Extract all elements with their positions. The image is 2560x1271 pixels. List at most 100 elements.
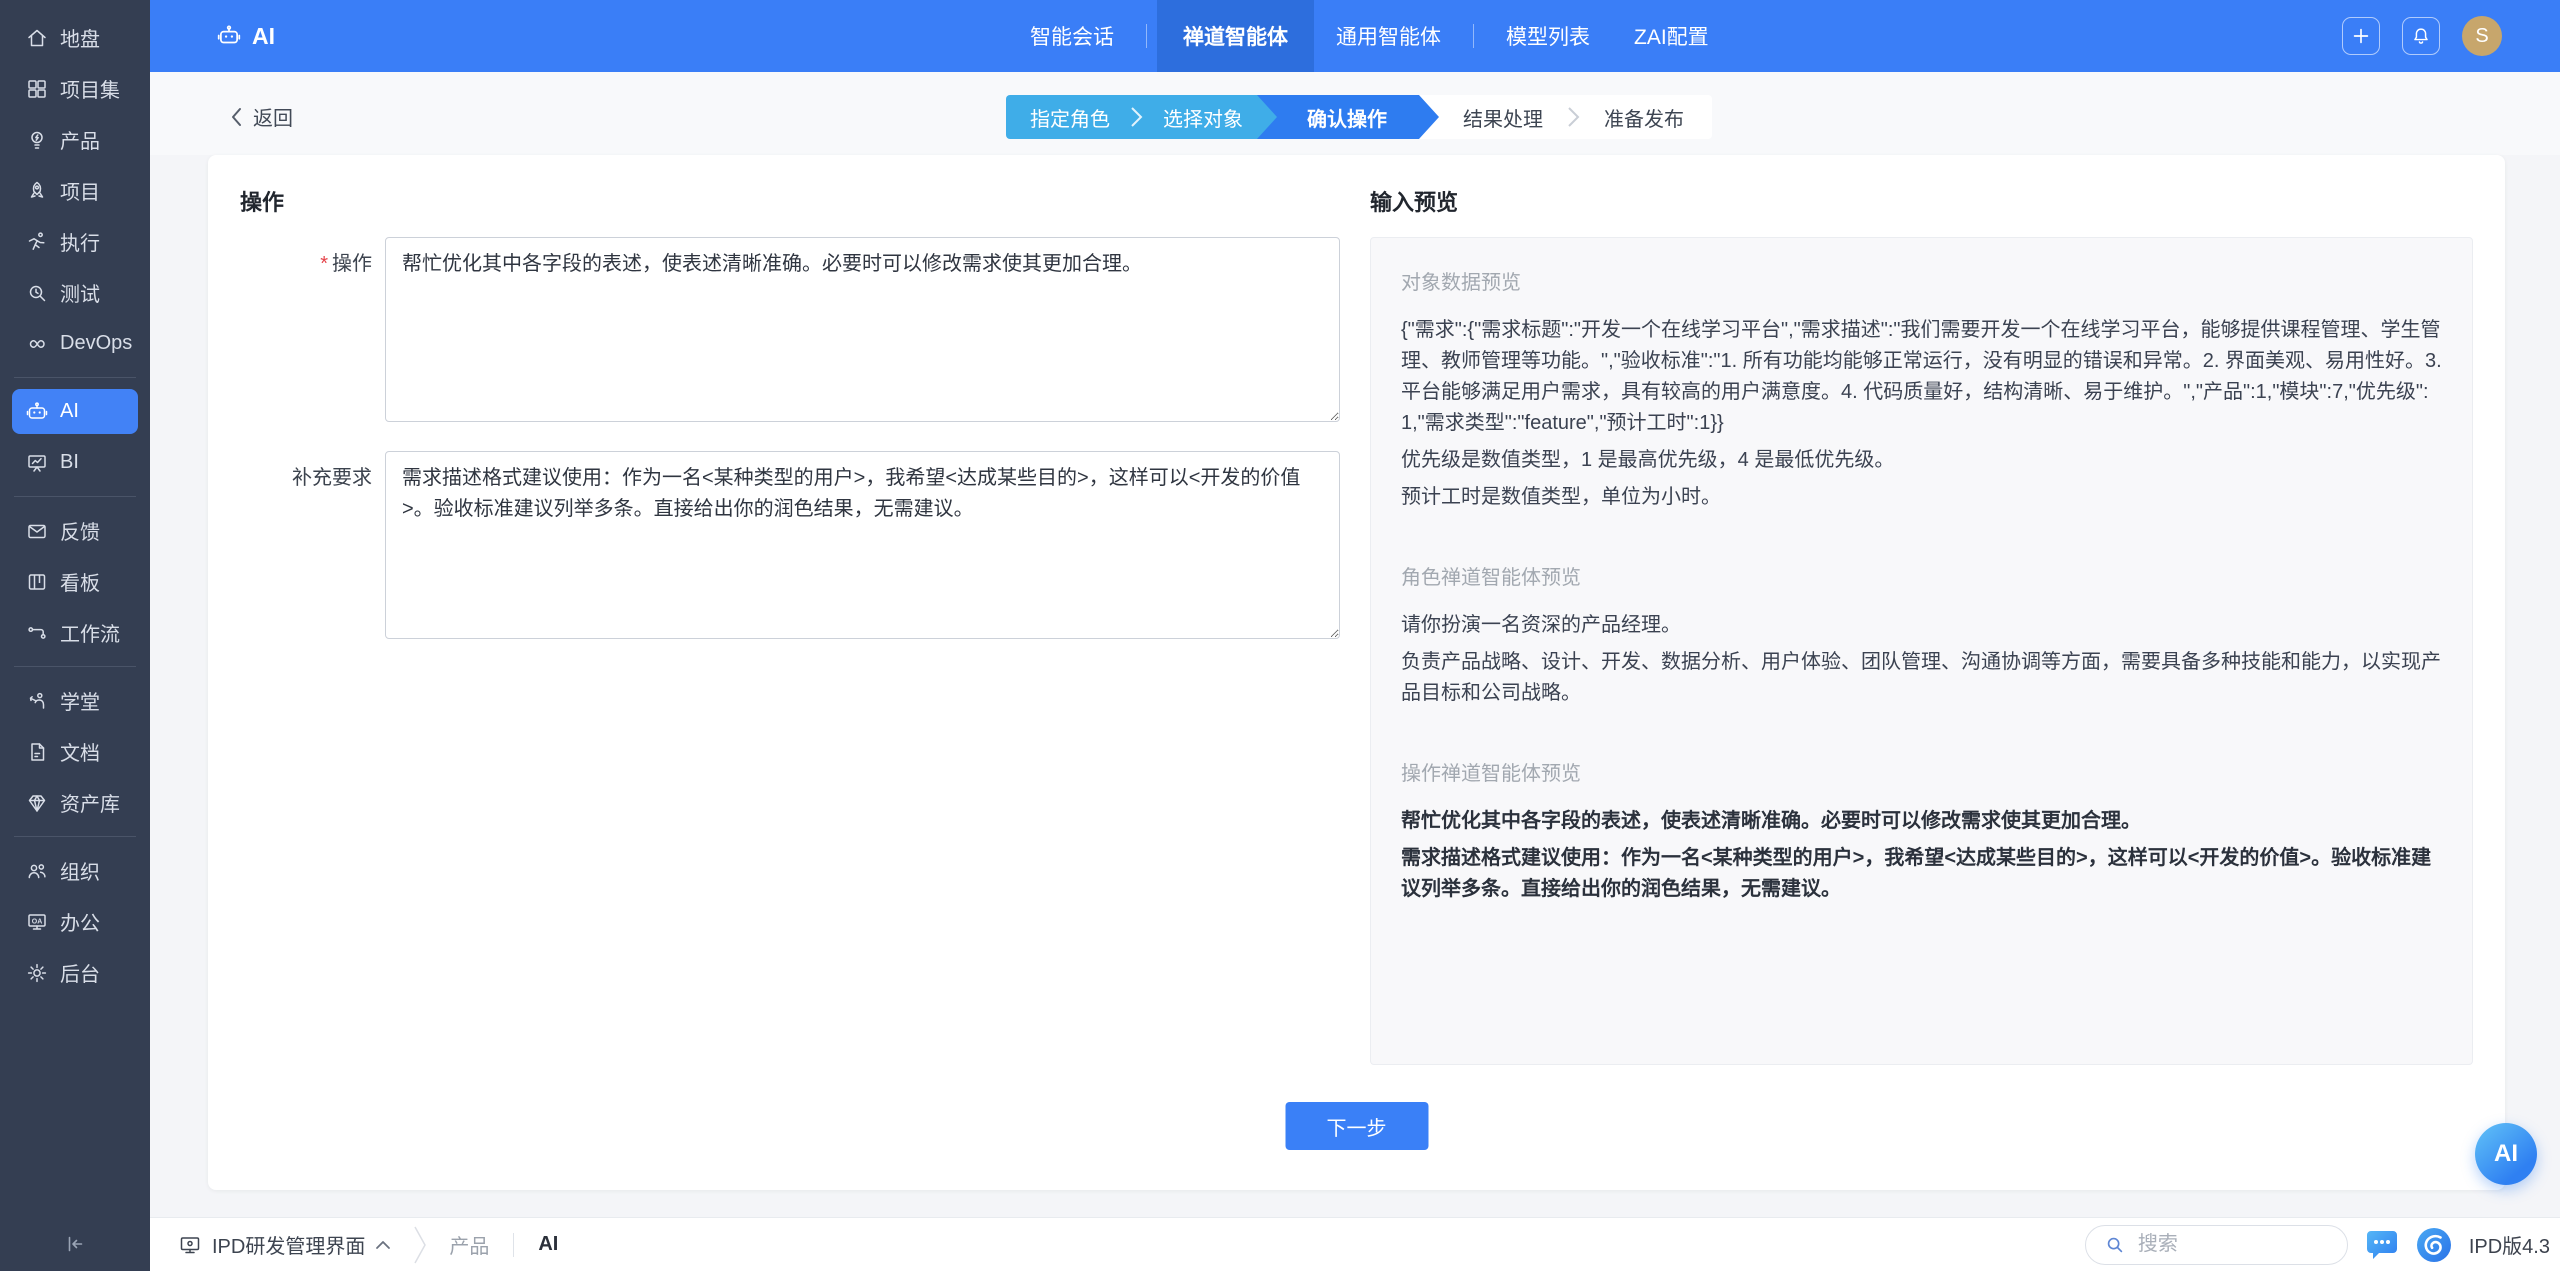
- required-asterisk: *: [320, 253, 328, 275]
- form-row-extra-requirements: 补充要求 需求描述格式建议使用：作为一名<某种类型的用户>，我希望<达成某些目的…: [240, 451, 1340, 639]
- sidebar-item-project[interactable]: 项目: [12, 168, 138, 213]
- sidebar-item-kanban[interactable]: 看板: [12, 559, 138, 604]
- sidebar-item-doc[interactable]: 文档: [12, 729, 138, 774]
- step-chevron-icon: [1567, 105, 1580, 129]
- plus-icon: [2350, 25, 2372, 47]
- school-icon: [25, 689, 49, 713]
- tab-general-agents[interactable]: 通用智能体: [1314, 0, 1463, 72]
- app-window-icon: [178, 1233, 202, 1257]
- sidebar-item-devops[interactable]: DevOps: [12, 321, 138, 366]
- breadcrumb-product[interactable]: 产品: [449, 1230, 489, 1259]
- bell-icon: [2410, 25, 2432, 47]
- sidebar-item-ai[interactable]: AI: [12, 389, 138, 434]
- content-card: 操作 *操作 帮忙优化其中各字段的表述，使表述清晰准确。必要时可以修改需求使其更…: [208, 155, 2505, 1190]
- tab-separator: [1473, 24, 1474, 48]
- preview-section-operation-agent: 操作禅道智能体预览 帮忙优化其中各字段的表述，使表述清晰准确。必要时可以修改需求…: [1401, 757, 2442, 905]
- admin-gear-icon: [25, 961, 49, 985]
- sidebar-item-project-set[interactable]: 项目集: [12, 66, 138, 111]
- sidebar-item-home[interactable]: 地盘: [12, 15, 138, 60]
- product-bulb-icon: [25, 128, 49, 152]
- header-actions: S: [2342, 0, 2502, 72]
- breadcrumb-current[interactable]: AI: [538, 1233, 558, 1256]
- sidebar-item-school[interactable]: 学堂: [12, 678, 138, 723]
- operation-field-label: *操作: [240, 237, 385, 422]
- svg-text:OA: OA: [32, 918, 43, 925]
- preview-section-object-data: 对象数据预览 {"需求":{"需求标题":"开发一个在线学习平台","需求描述"…: [1401, 266, 2442, 513]
- tab-model-list[interactable]: 模型列表: [1484, 0, 1612, 72]
- sidebar-item-test[interactable]: 测试: [12, 270, 138, 315]
- sidebar-item-org[interactable]: 组织: [12, 848, 138, 893]
- next-step-button[interactable]: 下一步: [1285, 1102, 1428, 1150]
- collapse-left-icon: [63, 1232, 87, 1256]
- step-indicator: 指定角色 选择对象 确认操作 结果处理 准备发布: [1006, 95, 1712, 139]
- search-box[interactable]: [2085, 1225, 2348, 1265]
- project-set-icon: [25, 77, 49, 101]
- workflow-icon: [25, 621, 49, 645]
- preview-paragraph: 需求描述格式建议使用：作为一名<某种类型的用户>，我希望<达成某些目的>，这样可…: [1401, 843, 2442, 905]
- sidebar-item-workflow[interactable]: 工作流: [12, 610, 138, 655]
- sidebar-item-office[interactable]: OA 办公: [12, 899, 138, 944]
- preview-section-title: 操作禅道智能体预览: [1401, 757, 2442, 786]
- version-label: IPD版4.3: [2469, 1230, 2550, 1259]
- devops-infinity-icon: [25, 332, 49, 356]
- workspace-name: IPD研发管理界面: [212, 1230, 365, 1259]
- tab-separator: [1146, 24, 1147, 48]
- step-ready-publish[interactable]: 准备发布: [1604, 103, 1684, 132]
- bi-chart-icon: [25, 451, 49, 475]
- caret-up-icon: [375, 1240, 391, 1250]
- test-magnifier-icon: [25, 281, 49, 305]
- sidebar-item-execution[interactable]: 执行: [12, 219, 138, 264]
- sidebar-item-assets[interactable]: 资产库: [12, 780, 138, 825]
- main-area: 返回 指定角色 选择对象 确认操作 结果处理 准备发布 操作 *操作 帮忙优化其…: [150, 72, 2560, 1217]
- search-input[interactable]: [2136, 1232, 2329, 1257]
- notifications-button[interactable]: [2402, 17, 2440, 55]
- back-button[interactable]: 返回: [230, 102, 293, 131]
- feedback-chat-icon[interactable]: [2365, 1229, 2399, 1261]
- sidebar-item-bi[interactable]: BI: [12, 440, 138, 485]
- add-button[interactable]: [2342, 17, 2380, 55]
- sidebar-collapse-button[interactable]: [0, 1232, 150, 1256]
- step-assign-role[interactable]: 指定角色: [1030, 103, 1110, 132]
- chevron-left-icon: [230, 106, 244, 128]
- step-confirm-operation[interactable]: 确认操作: [1257, 95, 1439, 139]
- app-logo-text: AI: [252, 23, 275, 50]
- search-icon: [2104, 1234, 2126, 1256]
- steps-done-segment: 指定角色 选择对象: [1006, 95, 1277, 139]
- operation-form-panel: 操作 *操作 帮忙优化其中各字段的表述，使表述清晰准确。必要时可以修改需求使其更…: [240, 185, 1340, 1160]
- sidebar-item-admin[interactable]: 后台: [12, 950, 138, 995]
- extra-requirements-textarea[interactable]: 需求描述格式建议使用：作为一名<某种类型的用户>，我希望<达成某些目的>，这样可…: [385, 451, 1340, 639]
- sidebar-divider: [14, 836, 136, 837]
- tab-smart-chat[interactable]: 智能会话: [1008, 0, 1136, 72]
- preview-paragraph: 请你扮演一名资深的产品经理。: [1401, 610, 2442, 641]
- ai-assistant-fab[interactable]: AI: [2475, 1123, 2537, 1185]
- ai-robot-logo-icon: [216, 23, 242, 49]
- document-icon: [25, 740, 49, 764]
- tab-zai-config[interactable]: ZAI配置: [1612, 0, 1731, 72]
- user-avatar[interactable]: S: [2462, 16, 2502, 56]
- tab-zentao-agents[interactable]: 禅道智能体: [1157, 0, 1314, 72]
- operation-textarea[interactable]: 帮忙优化其中各字段的表述，使表述清晰准确。必要时可以修改需求使其更加合理。: [385, 237, 1340, 422]
- preview-title: 输入预览: [1370, 185, 2473, 217]
- sidebar: 地盘 项目集 产品 项目 执行 测试 DevOps AI: [0, 0, 150, 1271]
- workspace-switcher[interactable]: IPD研发管理界面: [178, 1230, 391, 1259]
- ai-robot-icon: [25, 400, 49, 424]
- preview-section-role-agent: 角色禅道智能体预览 请你扮演一名资深的产品经理。 负责产品战略、设计、开发、数据…: [1401, 561, 2442, 709]
- kanban-icon: [25, 570, 49, 594]
- sidebar-item-product[interactable]: 产品: [12, 117, 138, 162]
- footer-bar: IPD研发管理界面 产品 AI IPD版4.3: [150, 1217, 2560, 1271]
- steps-pending-segment: 结果处理 准备发布: [1419, 95, 1712, 139]
- zentao-logo-icon: [2416, 1227, 2452, 1263]
- execution-runner-icon: [25, 230, 49, 254]
- extra-requirements-field-label: 补充要求: [240, 451, 385, 639]
- home-icon: [25, 26, 49, 50]
- sidebar-item-feedback[interactable]: 反馈: [12, 508, 138, 553]
- organization-people-icon: [25, 859, 49, 883]
- step-result-handling[interactable]: 结果处理: [1463, 103, 1543, 132]
- office-oa-icon: OA: [25, 910, 49, 934]
- sidebar-divider: [14, 666, 136, 667]
- footer-left: IPD研发管理界面 产品 AI: [150, 1225, 558, 1265]
- preview-paragraph: {"需求":{"需求标题":"开发一个在线学习平台","需求描述":"我们需要开…: [1401, 315, 2442, 439]
- asset-gem-icon: [25, 791, 49, 815]
- preview-paragraph: 负责产品战略、设计、开发、数据分析、用户体验、团队管理、沟通协调等方面，需要具备…: [1401, 647, 2442, 709]
- step-select-object[interactable]: 选择对象: [1163, 103, 1243, 132]
